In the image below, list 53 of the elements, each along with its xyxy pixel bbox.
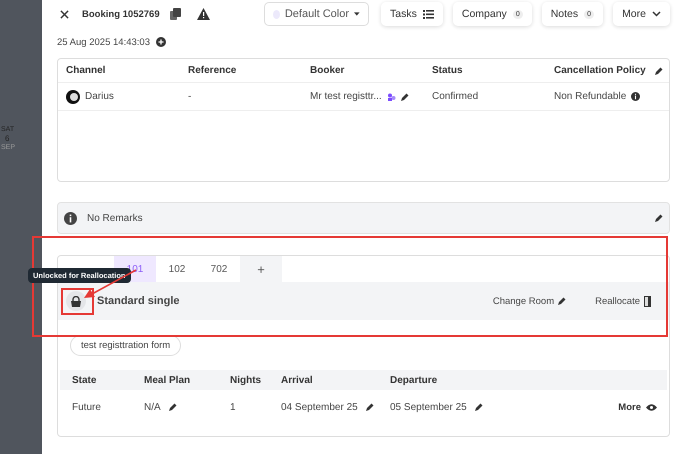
column-header: Departure	[390, 374, 438, 386]
people-icon[interactable]	[386, 92, 396, 100]
warning-icon[interactable]	[196, 8, 210, 20]
eye-icon	[646, 404, 657, 410]
column-header: Booker	[310, 65, 344, 76]
copy-icon[interactable]	[170, 8, 181, 20]
column-header: Status	[432, 65, 463, 76]
table-cell: Mr test registtr...	[310, 91, 382, 102]
change-room-button[interactable]: Change Room	[486, 294, 572, 308]
table-cell: 05 September 25	[390, 402, 467, 412]
color-dropdown[interactable]: Default Color	[264, 2, 369, 26]
table-cell: Darius	[85, 91, 114, 102]
info-icon[interactable]	[631, 92, 640, 101]
column-header: Reference	[188, 65, 236, 76]
info-icon	[64, 212, 77, 224]
table-cell: 04 September 25	[281, 402, 358, 412]
column-header: Arrival	[281, 374, 314, 386]
avatar-icon	[66, 90, 80, 104]
column-header: Cancellation Policy	[554, 65, 646, 76]
add-room-tab[interactable]: +	[240, 256, 282, 282]
pencil-icon[interactable]	[400, 92, 409, 100]
pencil-icon	[558, 297, 566, 305]
pencil-icon[interactable]	[168, 403, 177, 411]
day-label: 6	[4, 134, 10, 143]
table-cell: Non Refundable	[554, 91, 626, 102]
pencil-icon[interactable]	[366, 403, 374, 411]
caret-icon	[354, 12, 360, 16]
table-cell: 1	[230, 402, 236, 412]
door-icon	[644, 296, 651, 306]
form-chip[interactable]: test registtration form	[70, 334, 182, 356]
table-cell-text: -	[188, 91, 192, 102]
list-icon	[422, 10, 434, 18]
created-date: 25 Aug 2025 14:43:03	[57, 36, 150, 48]
column-header: Meal Plan	[144, 374, 192, 386]
table-cell-text: Confirmed	[432, 91, 480, 102]
pencil-icon[interactable]	[655, 214, 663, 222]
add-icon[interactable]	[156, 37, 166, 47]
column-header: Nights	[230, 374, 262, 386]
reallocate-button[interactable]: Reallocate	[589, 294, 657, 308]
header-button[interactable]: Tasks	[381, 2, 443, 26]
pencil-icon[interactable]	[474, 403, 483, 411]
table-cell: Future	[72, 402, 101, 412]
header-button[interactable]: More	[613, 2, 670, 26]
remarks-text: No Remarks	[87, 212, 144, 224]
column-header: Channel	[66, 65, 106, 76]
room-name: Standard single	[97, 295, 180, 307]
chevron-icon	[652, 11, 661, 17]
column-header: State	[72, 374, 98, 386]
lock-icon[interactable]	[66, 291, 86, 311]
more-button[interactable]: More	[593, 400, 663, 414]
pencil-icon[interactable]	[655, 66, 663, 74]
booking-title: Booking 1052769	[82, 8, 160, 20]
table-cell: N/A	[144, 402, 161, 412]
